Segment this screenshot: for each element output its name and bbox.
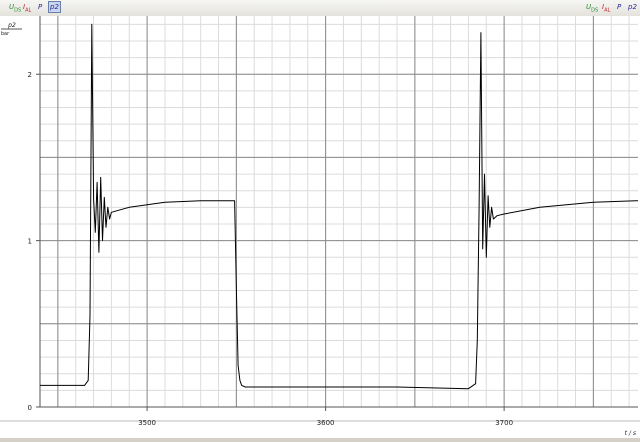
toolbar-p-button[interactable]: P xyxy=(37,1,43,13)
toolbar-u-ds-button[interactable]: UDS xyxy=(8,1,22,13)
x-axis-label: t / s xyxy=(625,430,636,437)
toolbar-u-ds-button[interactable]: UDS xyxy=(585,1,599,13)
y-tick-label: 2 xyxy=(28,71,32,79)
toolbar-i-al-button[interactable]: IAL xyxy=(22,1,32,13)
y-tick-label: 0 xyxy=(28,404,32,412)
y-axis-label-bottom: bar xyxy=(1,31,10,37)
pressure-chart[interactable]: 0 1 2 3500 3600 3700 t / s p2 bar xyxy=(0,16,640,438)
plot-area[interactable]: 0 1 2 3500 3600 3700 t / s p2 bar xyxy=(0,16,640,438)
x-tick-label: 3500 xyxy=(138,419,156,427)
x-tick-label: 3700 xyxy=(495,419,513,427)
toolbar-i-al-button[interactable]: IAL xyxy=(601,1,611,13)
toolbar-button-subscript: AL xyxy=(604,7,611,14)
tick-labels: 0 1 2 3500 3600 3700 t / s xyxy=(28,71,636,437)
toolbar-button-label: p2 xyxy=(50,3,59,11)
channel-toolbar: UDS IAL Pp2 UDS IAL Pp2 xyxy=(0,0,640,17)
y-axis-label-top: p2 xyxy=(7,22,16,29)
toolbar-button-label: p2 xyxy=(628,3,637,11)
toolbar-button-subscript: DS xyxy=(14,7,22,14)
toolbar-p2-button[interactable]: p2 xyxy=(627,1,638,13)
toolbar-button-subscript: DS xyxy=(591,7,599,14)
toolbar-p2-button[interactable]: p2 xyxy=(48,1,61,13)
toolbar-button-label: P xyxy=(617,3,622,11)
toolbar-button-subscript: AL xyxy=(25,7,32,14)
y-axis-label: p2 bar xyxy=(1,22,22,37)
toolbar-button-label: P xyxy=(38,3,43,11)
x-tick-label: 3600 xyxy=(317,419,335,427)
toolbar-p-button[interactable]: P xyxy=(616,1,622,13)
y-tick-label: 1 xyxy=(28,238,32,246)
